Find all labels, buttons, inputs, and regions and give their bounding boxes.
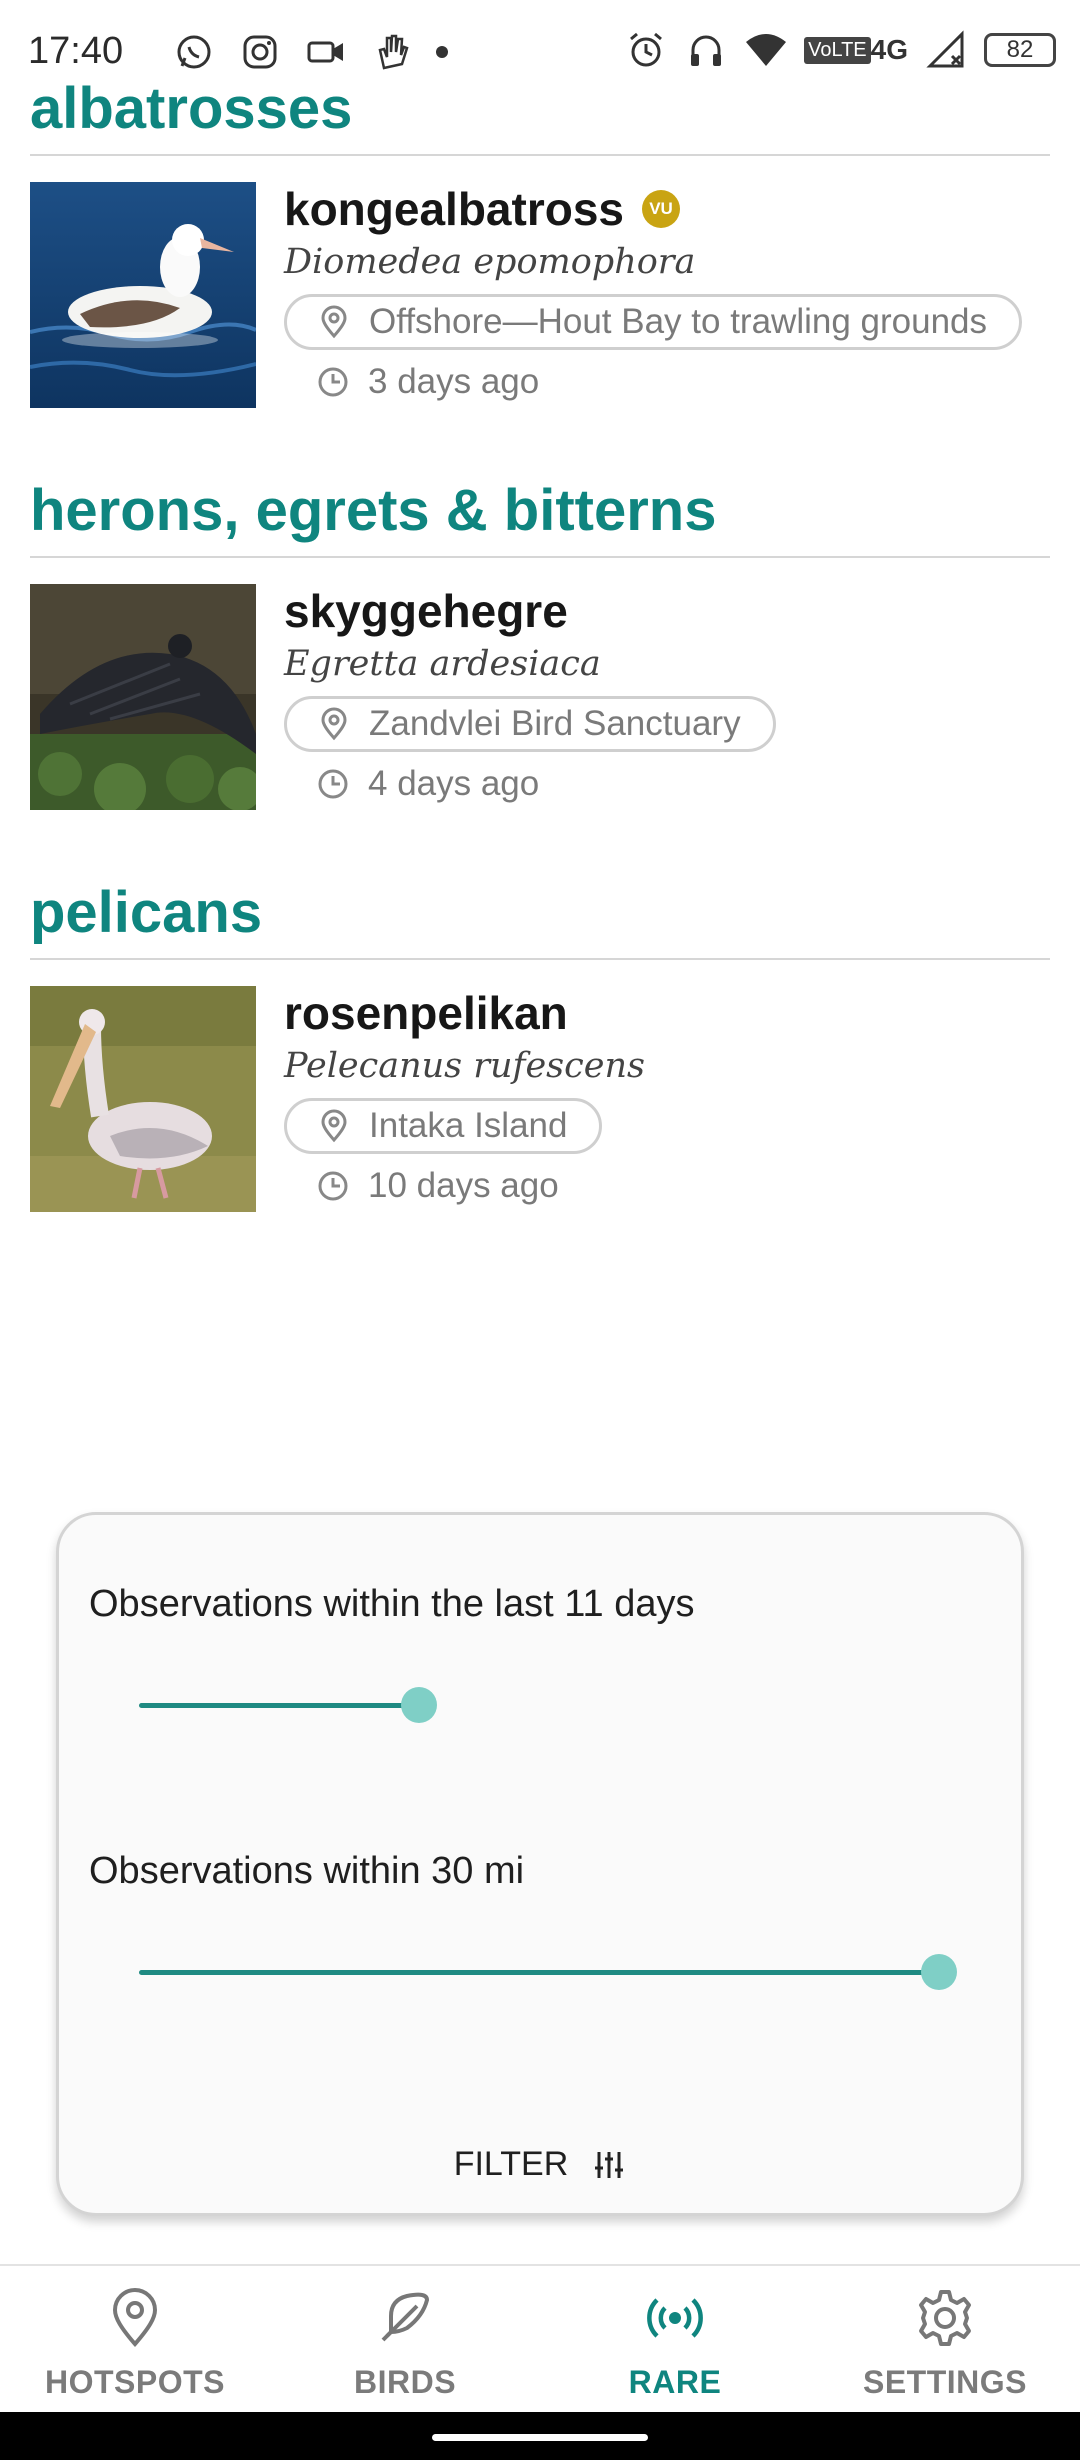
gear-icon — [919, 2290, 971, 2346]
scientific-name: Egretta ardesiaca — [284, 644, 601, 684]
nav-label: HOTSPOTS — [44, 2364, 225, 2400]
feather-icon — [381, 2292, 430, 2342]
common-name: skyggehegre — [284, 585, 568, 637]
filter-button-label: FILTER — [453, 2145, 569, 2183]
clock-icon — [318, 367, 348, 397]
section-divider — [30, 556, 1050, 558]
scientific-name: Pelecanus rufescens — [284, 1046, 645, 1086]
location-label: Intaka Island — [369, 1106, 568, 1145]
nav-item-rare[interactable]: RARE — [540, 2266, 810, 2414]
location-label: Zandvlei Bird Sanctuary — [369, 704, 741, 743]
distance-slider[interactable] — [139, 1952, 957, 1992]
bottom-navigation: HOTSPOTS BIRDS RARE SETTINGS — [0, 2264, 1080, 2414]
instagram-icon — [238, 30, 282, 74]
conservation-status-badge: VU — [642, 190, 680, 228]
slider-thumb[interactable] — [401, 1687, 437, 1723]
map-pin-icon — [321, 1109, 347, 1143]
battery-level: 82 — [1006, 36, 1034, 63]
scientific-name: Diomedea epomophora — [284, 242, 696, 282]
nav-label: RARE — [628, 2364, 722, 2400]
home-gesture-handle[interactable] — [432, 2434, 648, 2441]
list-item[interactable]: kongealbatross VU Diomedea epomophora Of… — [30, 182, 1050, 408]
hand-icon — [370, 30, 414, 74]
filter-panel: Observations within the last 11 days Obs… — [56, 1512, 1024, 2216]
broadcast-icon — [647, 2298, 703, 2338]
alarm-icon — [624, 28, 668, 72]
section-divider — [30, 958, 1050, 960]
nav-item-hotspots[interactable]: HOTSPOTS — [0, 2266, 270, 2414]
slider-track — [139, 1703, 419, 1708]
nav-item-birds[interactable]: BIRDS — [270, 2266, 540, 2414]
map-pin-icon — [321, 707, 347, 741]
bird-photo-albatross — [30, 182, 256, 408]
time-ago: 4 days ago — [368, 764, 540, 803]
volte-indicator: VoLTE 4G — [804, 28, 908, 72]
location-chip[interactable]: Intaka Island — [284, 1098, 603, 1154]
days-filter-label: Observations within the last 11 days — [89, 1583, 695, 1625]
section-herons: herons, egrets & bitterns skyggehegre Eg… — [30, 476, 1050, 810]
clock-icon — [318, 769, 348, 799]
signal-icon — [924, 28, 968, 72]
network-type: 4G — [870, 34, 908, 65]
bird-photo-heron — [30, 584, 256, 810]
map-pin-icon — [112, 2288, 158, 2348]
slider-track — [139, 1970, 939, 1975]
section-title: albatrosses — [30, 76, 353, 141]
common-name: rosenpelikan — [284, 987, 568, 1039]
headphones-icon — [684, 28, 728, 72]
section-pelicans: pelicans rosenpelikan Pelecanus rufescen… — [30, 878, 1050, 1212]
location-chip[interactable]: Zandvlei Bird Sanctuary — [284, 696, 776, 752]
system-gesture-bar — [0, 2412, 1080, 2460]
section-albatrosses: albatrosses kongealbatross VU Diomedea e… — [30, 74, 1050, 408]
section-divider — [30, 154, 1050, 156]
time-ago: 10 days ago — [368, 1166, 559, 1205]
sliders-icon — [595, 2151, 624, 2178]
days-slider[interactable] — [139, 1685, 939, 1725]
bird-photo-pelican — [30, 986, 256, 1212]
time-ago: 3 days ago — [368, 362, 540, 401]
list-item[interactable]: skyggehegre Egretta ardesiaca Zandvlei B… — [30, 584, 1050, 810]
location-chip[interactable]: Offshore—Hout Bay to trawling grounds — [284, 294, 1023, 350]
video-icon — [304, 30, 348, 74]
notification-dot-icon — [436, 46, 448, 58]
distance-filter-label: Observations within 30 mi — [89, 1850, 525, 1892]
location-label: Offshore—Hout Bay to trawling grounds — [369, 302, 988, 341]
clock-icon — [318, 1171, 348, 1201]
map-pin-icon — [321, 305, 347, 339]
list-item[interactable]: rosenpelikan Pelecanus rufescens Intaka … — [30, 986, 1050, 1212]
wifi-icon — [744, 28, 788, 72]
slider-thumb[interactable] — [921, 1954, 957, 1990]
status-time: 17:40 — [28, 30, 124, 72]
section-title: herons, egrets & bitterns — [30, 478, 717, 543]
nav-item-settings[interactable]: SETTINGS — [810, 2266, 1080, 2414]
filter-button[interactable]: FILTER — [59, 2145, 1021, 2184]
section-title: pelicans — [30, 880, 263, 945]
common-name: kongealbatross — [284, 183, 624, 235]
whatsapp-icon — [172, 30, 216, 74]
nav-label: BIRDS — [353, 2364, 457, 2400]
nav-label: SETTINGS — [862, 2364, 1027, 2400]
battery-icon: 82 — [984, 33, 1056, 67]
